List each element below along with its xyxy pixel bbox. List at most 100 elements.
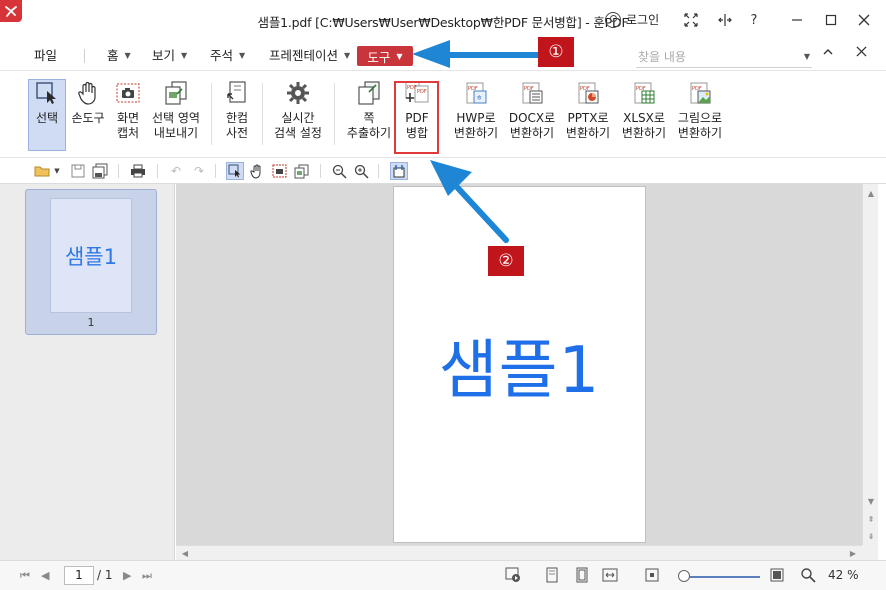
last-page-icon[interactable]: ⏭: [142, 569, 152, 583]
chevron-down-icon[interactable]: ▼: [52, 162, 62, 180]
menu-annotate[interactable]: 주석 ▼: [210, 46, 245, 66]
fit-width-view-icon[interactable]: [602, 567, 618, 586]
magnifier-icon[interactable]: [800, 567, 816, 586]
fullscreen-icon[interactable]: [681, 10, 701, 30]
ribbon-divider: [334, 83, 335, 145]
menu-present-label: 프레젠테이션: [269, 48, 339, 63]
slideshow-icon[interactable]: [505, 567, 521, 586]
maximize-icon[interactable]: [821, 10, 841, 30]
fit-page-view-icon[interactable]: [575, 567, 589, 586]
hancom-dictionary-button[interactable]: 한컴 사전: [220, 79, 254, 141]
pdf-merge-highlight-box: [394, 81, 439, 154]
page-down-icon[interactable]: ⇟: [863, 529, 879, 543]
toolbar-divider: [157, 164, 158, 178]
minimize-icon[interactable]: [787, 10, 807, 30]
convert-hwp-button[interactable]: PDF ㅎ HWP로 변환하기: [452, 79, 500, 141]
convert-xlsx-button[interactable]: PDF XLSX로 변환하기: [619, 79, 669, 141]
convert-image-button[interactable]: PDF 그림으로 변환하기: [674, 79, 726, 141]
ribbon-label: 사전: [225, 126, 249, 140]
prev-page-icon[interactable]: ◀: [41, 569, 49, 582]
menu-tools[interactable]: 도구 ▼: [357, 46, 413, 66]
ribbon-label: 그림으로: [677, 111, 723, 125]
login-label: 로그인: [626, 13, 660, 27]
single-page-view-icon[interactable]: [545, 567, 559, 586]
menu-view[interactable]: 보기 ▼: [152, 46, 187, 66]
convert-docx-button[interactable]: PDF DOCX로 변환하기: [506, 79, 558, 141]
user-icon: [605, 11, 621, 28]
ribbon-label: 변환하기: [565, 126, 611, 140]
split-view-icon[interactable]: [715, 10, 735, 30]
capture-mode-icon[interactable]: [270, 162, 288, 180]
save-all-icon[interactable]: [91, 162, 109, 180]
menu-present[interactable]: 프레젠테이션 ▼: [269, 46, 350, 66]
ribbon-label: 캡처: [116, 126, 140, 140]
fit-page-icon[interactable]: [390, 162, 408, 180]
ribbon-label: 변환하기: [621, 126, 667, 140]
realtime-search-settings-button[interactable]: 실시간 검색 설정: [272, 79, 324, 141]
search-input[interactable]: 찾을 내용 ▼: [636, 48, 812, 68]
menu-tools-label: 도구: [367, 49, 391, 65]
menu-home[interactable]: 홈 ▼: [107, 46, 131, 66]
collapse-ribbon-icon[interactable]: [822, 46, 834, 62]
export-selection-button[interactable]: 선택 영역 내보내기: [148, 79, 204, 141]
ribbon-label: 쪽: [363, 111, 375, 125]
toolbar-divider: [215, 164, 216, 178]
close-icon[interactable]: [854, 10, 874, 30]
help-icon[interactable]: ?: [744, 10, 764, 30]
chevron-down-icon[interactable]: ▼: [804, 48, 810, 66]
ribbon-label: XLSX로: [623, 111, 665, 125]
login-button[interactable]: 로그인: [605, 11, 659, 28]
chevron-down-icon: ▼: [396, 51, 403, 61]
menu-file-label: 파일: [34, 48, 58, 63]
scroll-left-icon[interactable]: ◀: [178, 546, 192, 561]
status-bar: ⏮ ◀ 1 / 1 ▶ ⏭ 42 %: [0, 560, 886, 590]
vertical-scrollbar[interactable]: ▲ ▼ ⇞ ⇟: [862, 184, 878, 545]
menu-file[interactable]: 파일: [34, 46, 57, 66]
toolbar-divider: [320, 164, 321, 178]
page-up-icon[interactable]: ⇞: [863, 512, 879, 526]
convert-pptx-button[interactable]: PDF PPTX로 변환하기: [563, 79, 613, 141]
undo-icon[interactable]: ↶: [167, 162, 185, 180]
ribbon-label: 변환하기: [677, 126, 723, 140]
open-folder-icon[interactable]: [32, 162, 54, 180]
page-thumbnail[interactable]: 샘플1 1: [25, 189, 157, 335]
scroll-down-icon[interactable]: ▼: [863, 494, 879, 508]
redo-icon[interactable]: ↷: [190, 162, 208, 180]
scroll-right-icon[interactable]: ▶: [846, 546, 860, 561]
select-mode-icon[interactable]: [226, 162, 244, 180]
camera-capture-icon: [114, 79, 142, 107]
thumbnail-text: 샘플1: [64, 244, 117, 269]
zoom-slider-track[interactable]: [684, 576, 760, 578]
page-number-input[interactable]: 1: [64, 566, 94, 585]
zoom-out-icon[interactable]: [330, 162, 348, 180]
ribbon-toolbar: 선택 손도구 화면 캡처 선택 영역 내보내기 한컴 사전 실시간 검색 설정 …: [0, 70, 886, 158]
zoom-slider-handle[interactable]: [678, 570, 690, 582]
hand-tool-button[interactable]: 손도구: [69, 79, 107, 126]
scroll-up-icon[interactable]: ▲: [863, 186, 879, 200]
zoom-in-icon[interactable]: [352, 162, 370, 180]
zoom-minus-icon[interactable]: [645, 568, 659, 585]
hand-mode-icon[interactable]: [248, 162, 266, 180]
toolbar-divider: [378, 164, 379, 178]
print-icon[interactable]: [129, 162, 147, 180]
first-page-icon[interactable]: ⏮: [20, 569, 30, 583]
select-cursor-icon: [33, 79, 61, 107]
chevron-down-icon: ▼: [181, 51, 188, 60]
horizontal-scrollbar[interactable]: ◀ ▶: [176, 545, 862, 560]
annotation-badge-2: ②: [488, 246, 524, 276]
close-document-icon[interactable]: [856, 46, 867, 61]
image-convert-icon: PDF: [686, 79, 714, 107]
save-icon[interactable]: [69, 162, 87, 180]
export-mode-icon[interactable]: [292, 162, 310, 180]
next-page-icon[interactable]: ▶: [123, 569, 131, 582]
select-tool-button[interactable]: 선택: [33, 79, 61, 126]
menu-home-label: 홈: [107, 48, 119, 63]
zoom-plus-icon[interactable]: [770, 568, 784, 585]
hwp-convert-icon: PDF ㅎ: [462, 79, 490, 107]
ribbon-label: 실시간: [281, 111, 315, 125]
extract-pages-button[interactable]: 쪽 추출하기: [344, 79, 394, 141]
total-pages: / 1: [97, 568, 113, 582]
screen-capture-button[interactable]: 화면 캡처: [112, 79, 144, 141]
hand-icon: [74, 79, 102, 107]
annotation-badge-1: ①: [538, 37, 574, 67]
